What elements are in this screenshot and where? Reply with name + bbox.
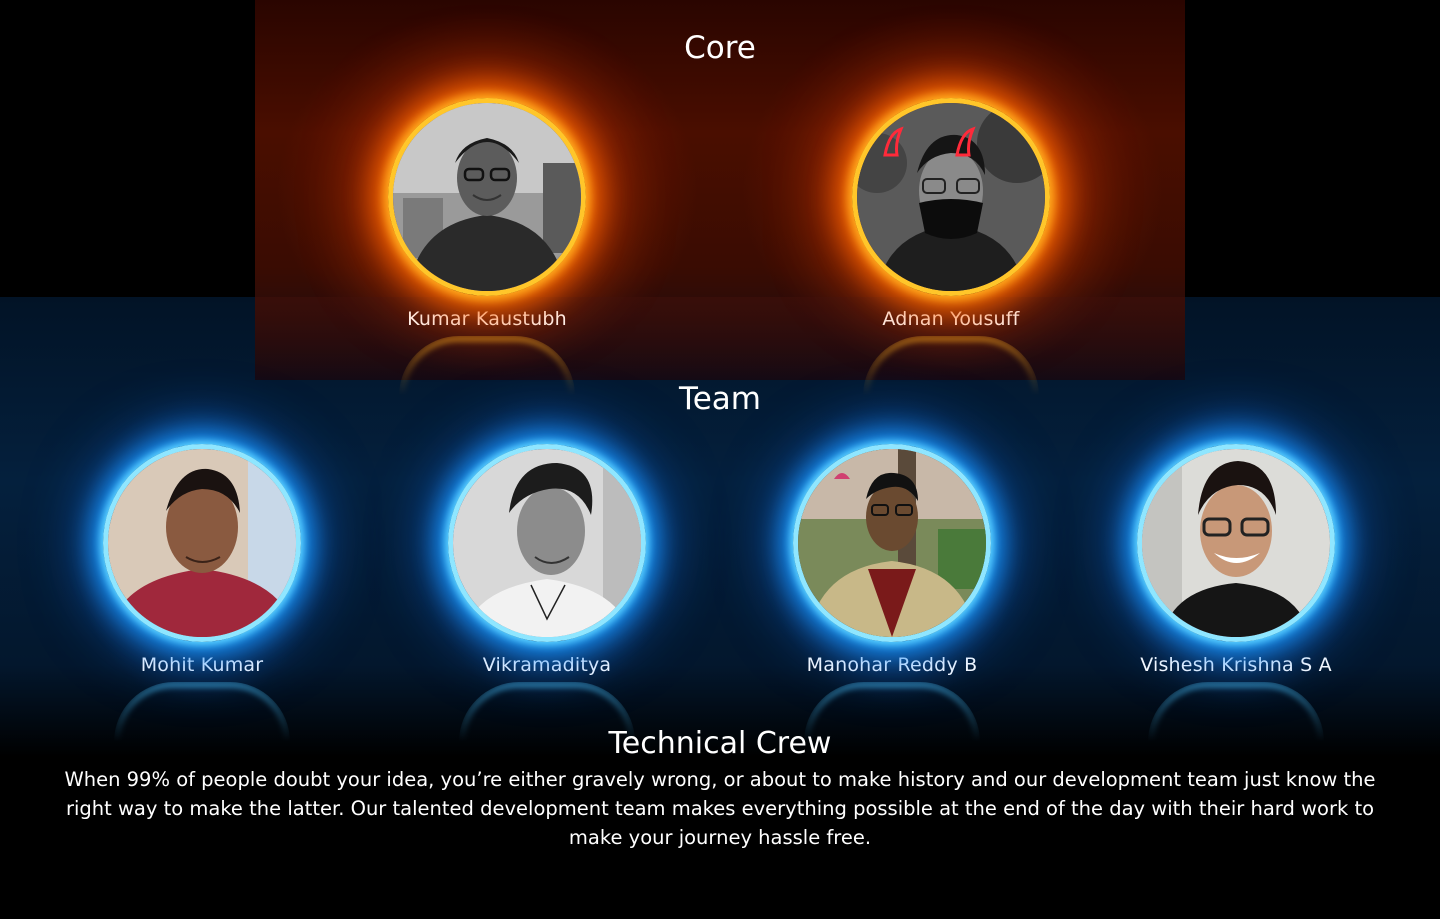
core-member-card: Adnan Yousuff: [821, 98, 1081, 396]
team-member-card: Vikramaditya: [417, 444, 677, 742]
member-photo: [1137, 444, 1335, 642]
technical-crew-heading: Technical Crew: [608, 726, 832, 761]
member-name: Kumar Kaustubh: [407, 308, 567, 330]
core-member-card: Kumar Kaustubh: [357, 98, 617, 396]
member-photo: [793, 444, 991, 642]
member-photo: [103, 444, 301, 642]
team-member-card: Manohar Reddy B: [762, 444, 1022, 742]
member-name: Vishesh Krishna S A: [1140, 654, 1332, 676]
member-name: Manohar Reddy B: [806, 654, 978, 676]
member-photo: [388, 98, 586, 296]
member-name: Adnan Yousuff: [882, 308, 1020, 330]
member-name: Mohit Kumar: [140, 654, 264, 676]
team-heading: Team: [679, 381, 761, 417]
technical-crew-description: When 99% of people doubt your idea, you’…: [64, 768, 1376, 849]
member-photo: [852, 98, 1050, 296]
team-page: Core Kumar Kaustubh Adnan Yousuff Team M…: [0, 0, 1440, 919]
member-name: Vikramaditya: [482, 654, 612, 676]
member-photo: [448, 444, 646, 642]
team-member-card: Mohit Kumar: [72, 444, 332, 742]
team-member-card: Vishesh Krishna S A: [1106, 444, 1366, 742]
core-heading: Core: [684, 30, 756, 66]
